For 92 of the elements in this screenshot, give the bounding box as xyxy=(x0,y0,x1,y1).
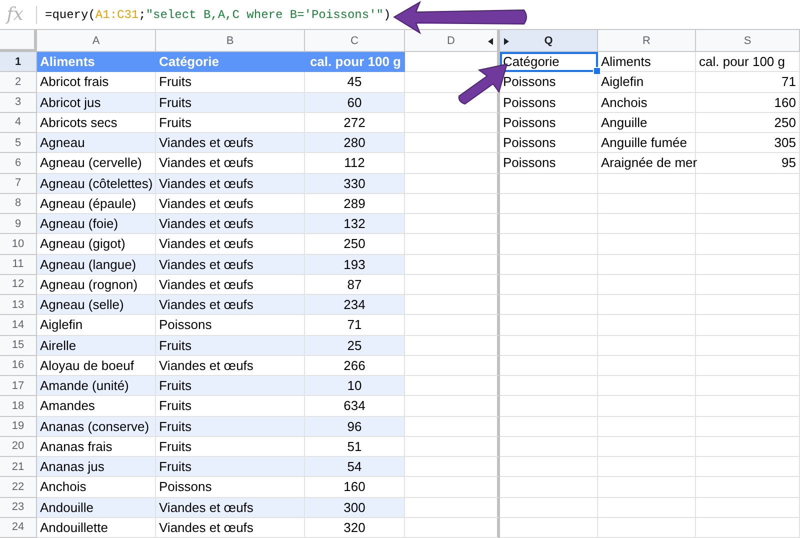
table-cell: Andouille xyxy=(37,498,156,518)
row-header[interactable]: 19 xyxy=(0,416,37,437)
table-cell: 71 xyxy=(696,72,800,92)
row-header[interactable]: 6 xyxy=(0,153,37,174)
table-cell: Aliments xyxy=(598,52,696,72)
table-cell: Airelle xyxy=(37,336,156,356)
table-cell: Amande (unité) xyxy=(37,376,156,396)
table-cell: cal. pour 100 g xyxy=(696,52,800,72)
fx-label: fx xyxy=(4,4,24,25)
table-cell: Agneau xyxy=(37,133,156,154)
table-cell: Viandes et œufs xyxy=(156,498,305,518)
table-cell: Viandes et œufs xyxy=(156,174,305,194)
table-cell: Fruits xyxy=(156,92,305,113)
table-cell: 305 xyxy=(696,133,800,154)
table-cell: 95 xyxy=(696,153,800,174)
column-header[interactable]: B xyxy=(156,30,305,52)
table-cell: 330 xyxy=(305,174,405,194)
table-cell: 234 xyxy=(305,295,405,316)
table-cell: 300 xyxy=(305,498,405,518)
table-cell: Poissons xyxy=(500,153,598,174)
table-cell: Poissons xyxy=(500,112,598,133)
table-cell: Catégorie xyxy=(500,52,598,72)
table-cell: Fruits xyxy=(156,336,305,356)
table-cell: Viandes et œufs xyxy=(156,133,305,154)
column-title: Catégorie xyxy=(156,52,305,72)
fill-handle[interactable] xyxy=(593,67,601,76)
row-header[interactable]: 1 xyxy=(0,52,37,72)
table-cell: Viandes et œufs xyxy=(156,518,305,538)
table-cell: Agneau (langue) xyxy=(37,254,156,275)
column-header[interactable]: Q xyxy=(500,30,598,52)
table-cell: Anchois xyxy=(598,92,696,113)
table-cell: Poissons xyxy=(500,133,598,154)
row-header[interactable]: 24 xyxy=(0,518,37,538)
collapse-left-icon[interactable] xyxy=(488,38,493,45)
column-header[interactable]: C xyxy=(305,30,405,52)
row-header[interactable]: 15 xyxy=(0,336,37,356)
table-cell: Abricot jus xyxy=(37,92,156,113)
table-cell: Aiglefin xyxy=(598,72,696,92)
row-header[interactable]: 13 xyxy=(0,295,37,316)
table-cell: 10 xyxy=(305,376,405,396)
row-header[interactable]: 4 xyxy=(0,112,37,133)
row-header[interactable]: 17 xyxy=(0,376,37,396)
table-cell: Anguille fumée xyxy=(598,133,696,154)
row-header[interactable]: 10 xyxy=(0,234,37,254)
table-cell: 193 xyxy=(305,254,405,275)
table-cell: 250 xyxy=(696,112,800,133)
column-header[interactable]: A xyxy=(37,30,156,52)
table-cell: 25 xyxy=(305,336,405,356)
row-header[interactable]: 21 xyxy=(0,457,37,478)
row-header[interactable]: 9 xyxy=(0,214,37,234)
row-header[interactable]: 5 xyxy=(0,133,37,154)
row-header[interactable]: 8 xyxy=(0,194,37,214)
table-cell: 96 xyxy=(305,416,405,437)
row-header[interactable]: 2 xyxy=(0,72,37,92)
row-header[interactable]: 18 xyxy=(0,396,37,416)
table-cell: Fruits xyxy=(156,416,305,437)
table-cell: Poissons xyxy=(500,92,598,113)
table-cell: Andouillette xyxy=(37,518,156,538)
table-cell: Agneau (selle) xyxy=(37,295,156,316)
table-cell: Viandes et œufs xyxy=(156,254,305,275)
column-header[interactable]: S xyxy=(696,30,800,52)
table-cell: Anguille xyxy=(598,112,696,133)
table-cell: 160 xyxy=(696,92,800,113)
row-header[interactable]: 11 xyxy=(0,254,37,275)
table-cell: Agneau (côtelettes) xyxy=(37,174,156,194)
table-cell: Agneau (foie) xyxy=(37,214,156,234)
table-cell: 132 xyxy=(305,214,405,234)
column-title: cal. pour 100 g xyxy=(305,52,405,72)
table-cell: Viandes et œufs xyxy=(156,295,305,316)
row-header[interactable]: 14 xyxy=(0,315,37,336)
table-cell: Ananas (conserve) xyxy=(37,416,156,437)
table-cell: 54 xyxy=(305,457,405,478)
table-cell: Ananas jus xyxy=(37,457,156,478)
column-header[interactable]: D xyxy=(405,30,500,52)
table-cell: 320 xyxy=(305,518,405,538)
row-header[interactable]: 20 xyxy=(0,436,37,457)
expand-right-icon[interactable] xyxy=(504,38,509,45)
row-header[interactable]: 23 xyxy=(0,498,37,518)
row-header[interactable]: 3 xyxy=(0,92,37,113)
row-header[interactable]: 12 xyxy=(0,274,37,295)
table-cell: Viandes et œufs xyxy=(156,214,305,234)
row-header[interactable]: 22 xyxy=(0,477,37,498)
table-cell: Araignée de mer xyxy=(598,153,696,174)
table-cell: Fruits xyxy=(156,457,305,478)
table-cell: 60 xyxy=(305,92,405,113)
table-cell: Fruits xyxy=(156,376,305,396)
row-header[interactable]: 7 xyxy=(0,174,37,194)
formula-text[interactable]: =query(A1:C31;"select B,A,C where B='Poissons'") xyxy=(45,8,391,22)
row-header[interactable]: 16 xyxy=(0,356,37,376)
column-title: Aliments xyxy=(37,52,156,72)
table-cell: 280 xyxy=(305,133,405,154)
column-header[interactable]: R xyxy=(598,30,696,52)
